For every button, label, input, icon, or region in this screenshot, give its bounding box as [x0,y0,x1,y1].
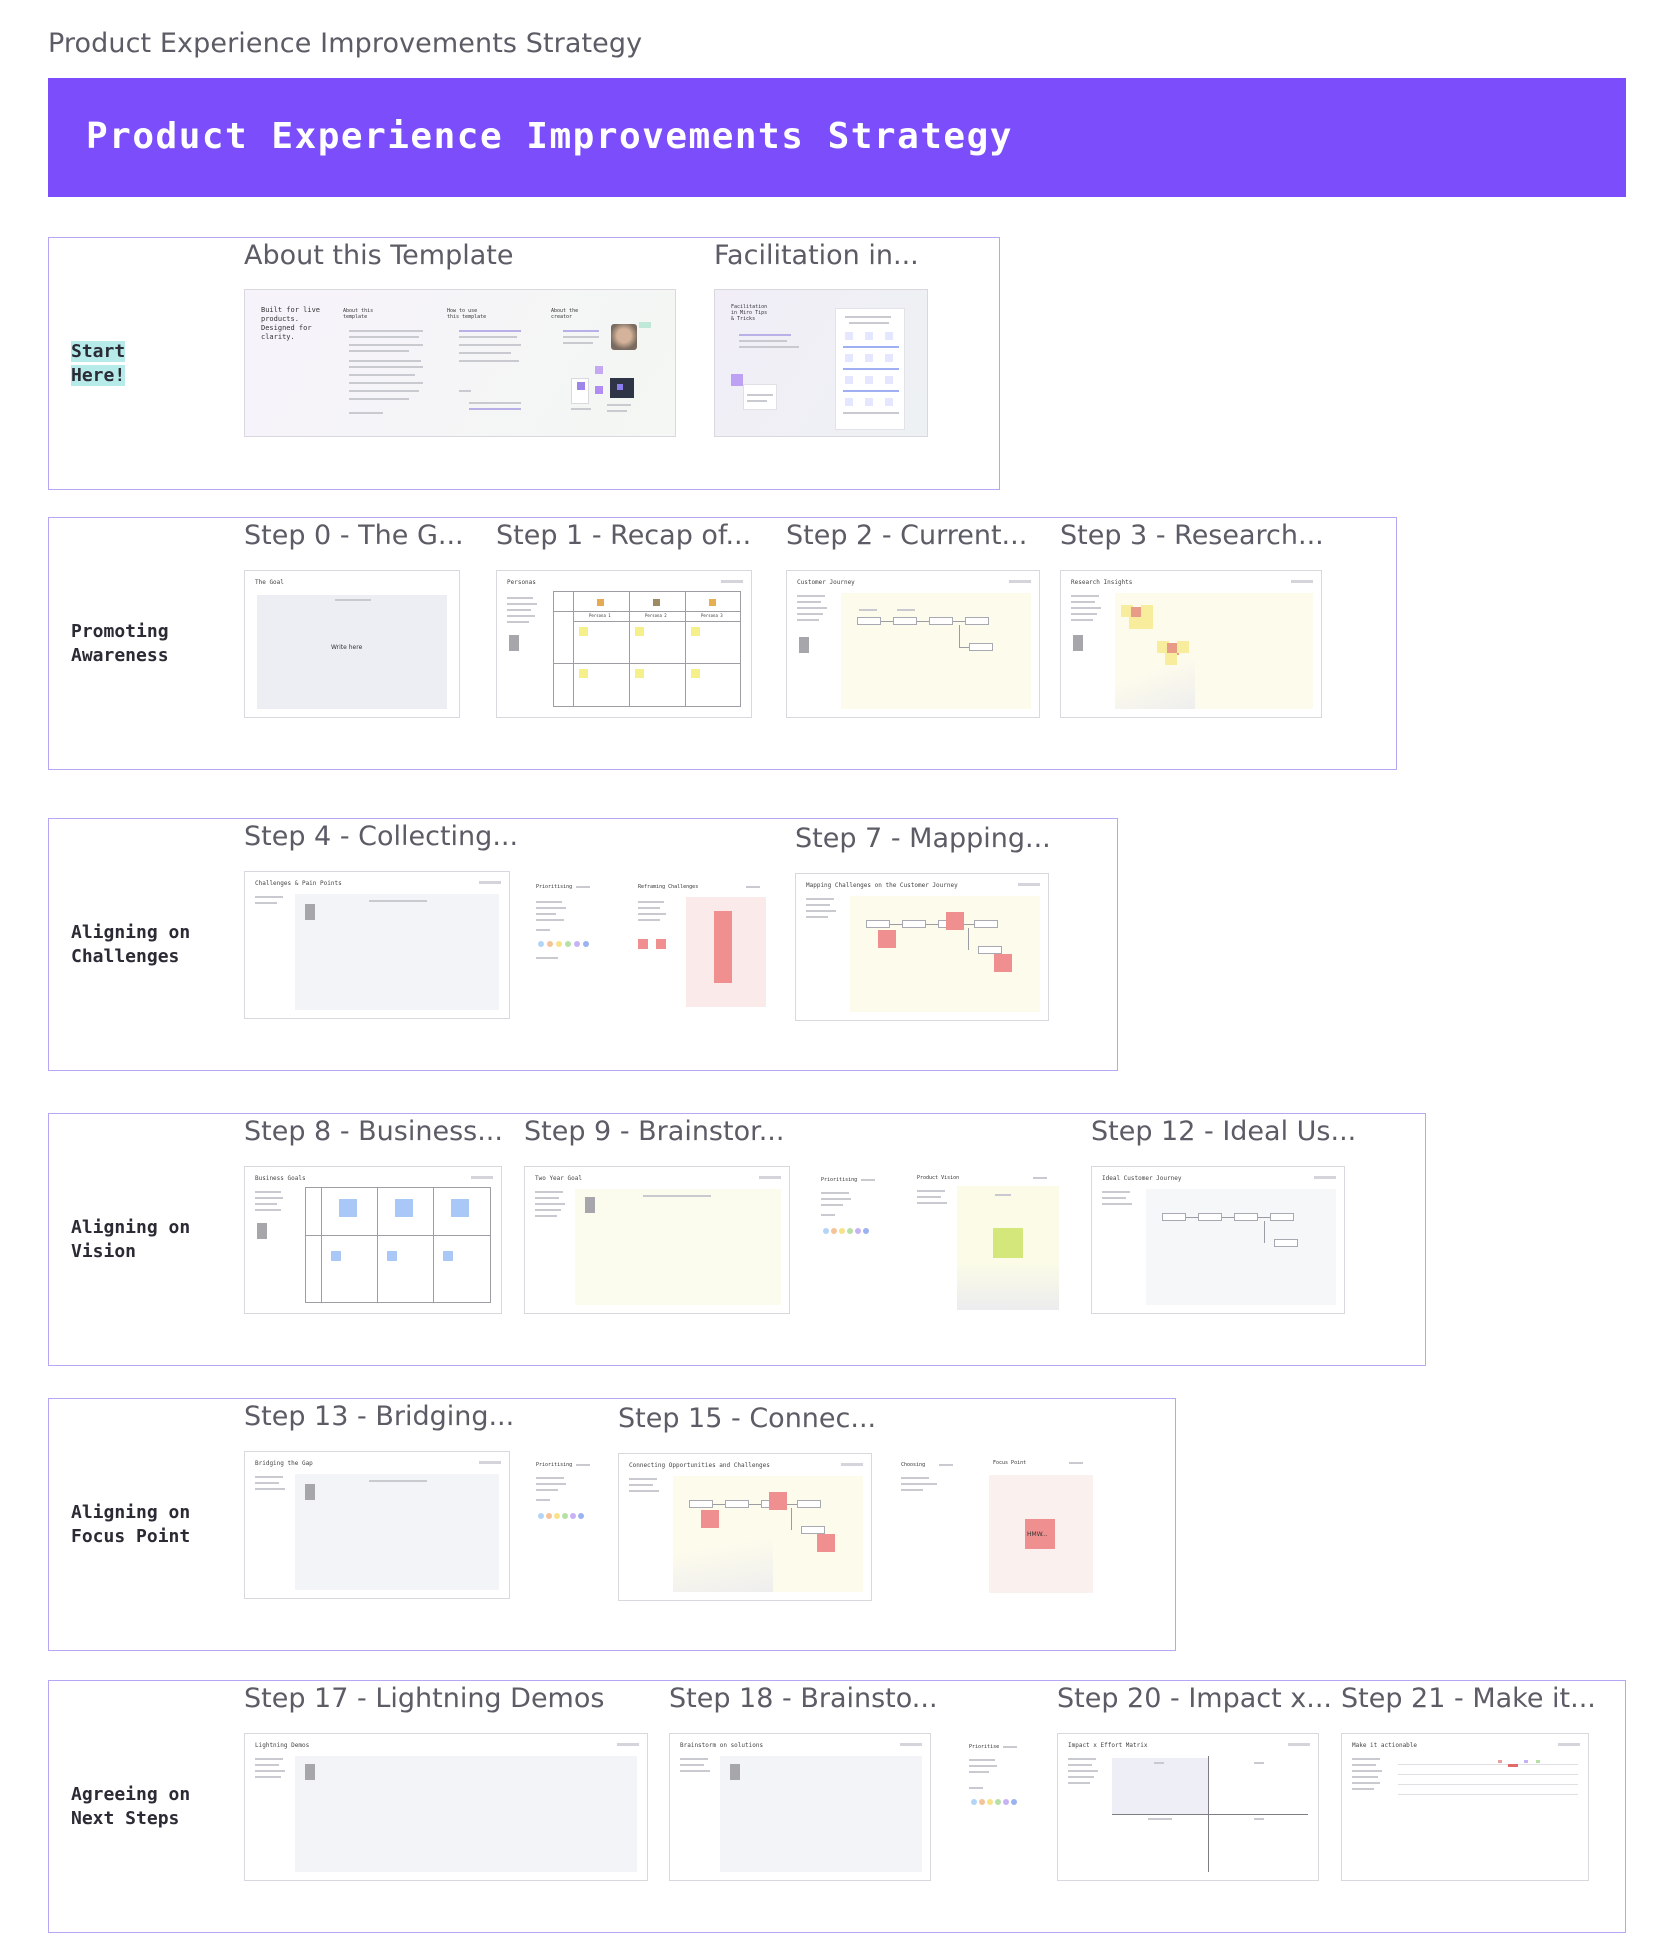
section-aligning-challenges[interactable]: Aligning on Challenges Step 4 - Collecti… [48,818,1118,1071]
thumb-text: Prioritise [969,1744,1000,1750]
frame-thumbnail-step-8[interactable]: Business Goals [244,1166,502,1314]
thumb-heading: Business Goals [255,1175,306,1182]
thumb-heading: The Goal [255,579,284,586]
frame-thumbnail-reframing[interactable]: Reframing Challenges [634,877,774,1007]
frame-thumbnail-choosing[interactable]: Choosing [899,1457,963,1517]
frame-thumbnail-step-13[interactable]: Bridging the Gap [244,1451,510,1599]
card-title[interactable]: Step 0 - The G... [244,520,464,551]
breadcrumb[interactable]: Product Experience Improvements Strategy [48,28,642,59]
card-title[interactable]: Step 20 - Impact x... [1057,1683,1332,1714]
card-title[interactable]: Step 2 - Current... [786,520,1027,551]
thumb-heading: Challenges & Pain Points [255,880,342,887]
frame-thumbnail-step-1[interactable]: Personas Persona 1 Persona 2 Persona 3 [496,570,752,718]
thumb-text: Write here [331,644,363,651]
frame-thumbnail-about-template[interactable]: Built for live products. Designed for cl… [244,289,676,437]
section-label: Aligning on Vision [71,1217,191,1262]
card-title[interactable]: Step 9 - Brainstor... [524,1116,784,1147]
frame-thumbnail-step-4[interactable]: Challenges & Pain Points [244,871,510,1019]
thumb-heading: Research Insights [1071,579,1133,586]
frame-thumbnail-prioritise[interactable]: Prioritise [967,1739,1031,1829]
thumb-text: Persona 1 [589,613,611,618]
thumb-heading: Two Year Goal [535,1175,582,1182]
card-title[interactable]: Step 8 - Business... [244,1116,503,1147]
thumb-text: Product Vision [917,1175,960,1181]
frame-thumbnail-focus-point[interactable]: Focus Point HMW... [989,1455,1099,1595]
thumb-heading: Ideal Customer Journey [1102,1175,1182,1182]
thumb-heading: Impact x Effort Matrix [1068,1742,1148,1749]
board-banner: Product Experience Improvements Strategy [48,78,1626,197]
card-title[interactable]: Step 12 - Ideal Us... [1091,1116,1356,1147]
section-agreeing-next-steps[interactable]: Agreeing on Next Steps Step 17 - Lightni… [48,1680,1626,1933]
thumb-heading: Connecting Opportunities and Challenges [629,1462,770,1469]
frame-thumbnail-product-vision[interactable]: Product Vision [913,1170,1063,1310]
section-start-here[interactable]: Start Here! About this Template Built fo… [48,237,1000,490]
card-title[interactable]: Step 15 - Connec... [618,1403,876,1434]
section-label: Start Here! [71,341,126,386]
thumb-text: Reframing Challenges [638,884,699,890]
frame-thumbnail-step-12[interactable]: Ideal Customer Journey [1091,1166,1345,1314]
frame-thumbnail-prioritising[interactable]: Prioritising [534,1457,604,1547]
section-label: Agreeing on Next Steps [71,1784,191,1829]
frame-thumbnail-step-9[interactable]: Two Year Goal [524,1166,790,1314]
frame-thumbnail-step-0[interactable]: The Goal Write here [244,570,460,718]
thumb-text: How to use this template [447,308,487,320]
frame-thumbnail-step-7[interactable]: Mapping Challenges on the Customer Journ… [795,873,1049,1021]
thumb-heading: Personas [507,579,536,586]
card-title[interactable]: Step 21 - Make it... [1341,1683,1596,1714]
thumb-text: Choosing [901,1462,926,1468]
avatar [611,324,637,350]
section-label: Promoting Awareness [71,621,169,666]
frame-thumbnail-step-20[interactable]: Impact x Effort Matrix [1057,1733,1319,1881]
frame-thumbnail-step-3[interactable]: Research Insights [1060,570,1322,718]
frame-thumbnail-facilitation[interactable]: Facilitation in Miro Tips & Tricks [714,289,928,437]
frame-thumbnail-step-18[interactable]: Brainstorm on solutions [669,1733,931,1881]
thumb-heading: Make it actionable [1352,1742,1418,1749]
thumb-text: Persona 3 [701,613,723,618]
card-title[interactable]: Step 13 - Bridging... [244,1401,514,1432]
thumb-text: Built for live products. Designed for cl… [261,306,321,341]
thumb-heading: Bridging the Gap [255,1460,313,1467]
thumb-heading: Brainstorm on solutions [680,1742,764,1749]
frame-thumbnail-prioritising[interactable]: Prioritising [819,1172,889,1262]
section-label: Aligning on Focus Point [71,1502,191,1547]
thumb-text: HMW... [1027,1531,1048,1538]
frame-thumbnail-step-15[interactable]: Connecting Opportunities and Challenges [618,1453,872,1601]
section-aligning-focus-point[interactable]: Aligning on Focus Point Step 13 - Bridgi… [48,1398,1176,1651]
board-title: Product Experience Improvements Strategy [86,116,1013,157]
thumb-heading: Mapping Challenges on the Customer Journ… [806,882,958,889]
thumb-text: Prioritising [536,884,573,890]
thumb-text: Prioritising [536,1462,573,1468]
thumb-text: Facilitation in Miro Tips & Tricks [731,304,768,322]
frame-thumbnail-prioritising[interactable]: Prioritising [534,879,610,979]
frame-thumbnail-step-2[interactable]: Customer Journey [786,570,1040,718]
section-label: Aligning on Challenges [71,922,191,967]
section-aligning-vision[interactable]: Aligning on Vision Step 8 - Business... … [48,1113,1426,1366]
card-title[interactable]: Step 1 - Recap of... [496,520,751,551]
frame-thumbnail-step-17[interactable]: Lightning Demos [244,1733,648,1881]
card-title[interactable]: Step 18 - Brainsto... [669,1683,938,1714]
thumb-text: Focus Point [993,1460,1027,1466]
card-title[interactable]: Step 7 - Mapping... [795,823,1051,854]
card-title[interactable]: Step 3 - Research... [1060,520,1324,551]
thumb-text: Persona 2 [645,613,667,618]
thumb-text: About the creator [551,308,579,320]
card-title[interactable]: About this Template [244,240,513,271]
thumb-heading: Lightning Demos [255,1742,310,1749]
card-title[interactable]: Step 4 - Collecting... [244,821,518,852]
frame-thumbnail-step-21[interactable]: Make it actionable [1341,1733,1589,1881]
thumb-text: About this template [343,308,374,320]
thumb-heading: Customer Journey [797,579,855,586]
thumb-text: Prioritising [821,1177,858,1183]
card-title[interactable]: Step 17 - Lightning Demos [244,1683,604,1714]
section-promoting-awareness[interactable]: Promoting Awareness Step 0 - The G... Th… [48,517,1397,770]
card-title[interactable]: Facilitation in... [714,240,919,271]
